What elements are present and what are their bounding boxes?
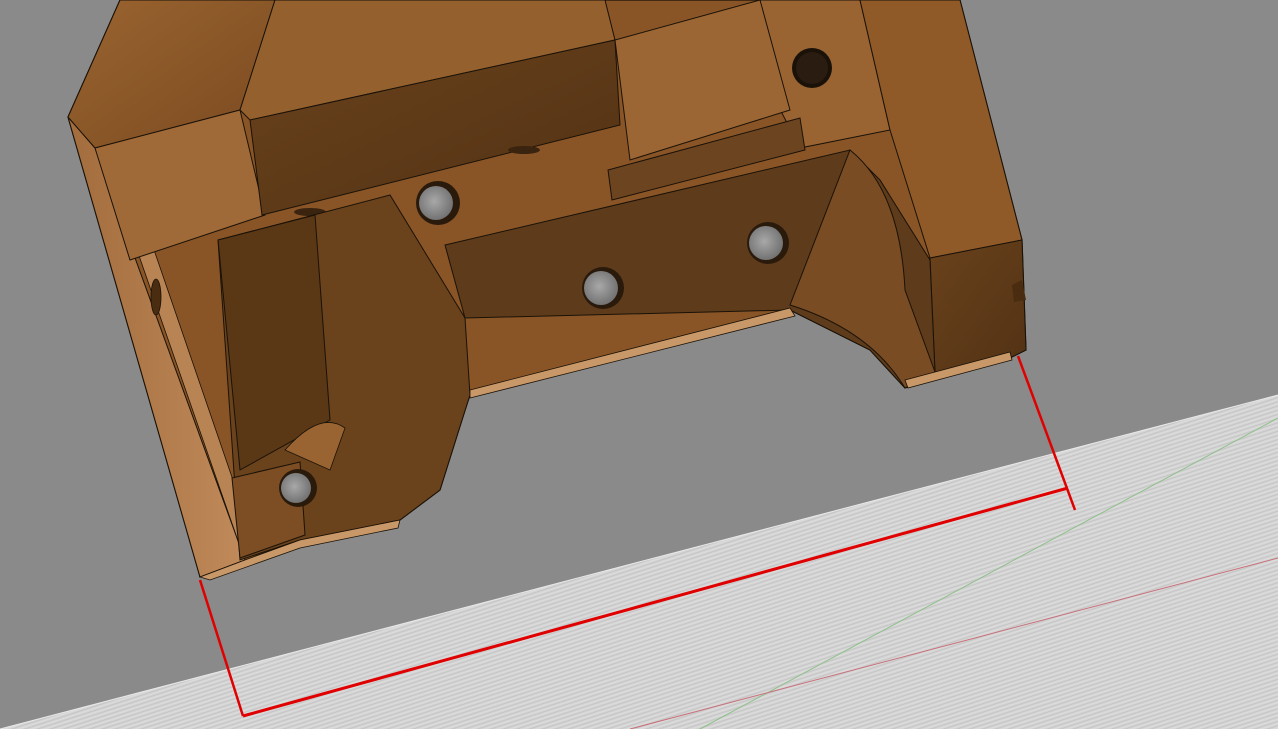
cad-viewport[interactable] xyxy=(0,0,1278,729)
side-slot-hole xyxy=(150,278,162,316)
right-end-face xyxy=(929,239,1027,373)
tower-hole-inner xyxy=(796,52,828,84)
3d-scene-canvas[interactable] xyxy=(0,0,1278,729)
through-hole-3 xyxy=(747,222,789,264)
rail-hole-2 xyxy=(508,146,540,154)
through-hole-2 xyxy=(582,267,624,309)
through-hole-1 xyxy=(416,181,460,225)
through-hole-4 xyxy=(279,469,317,507)
